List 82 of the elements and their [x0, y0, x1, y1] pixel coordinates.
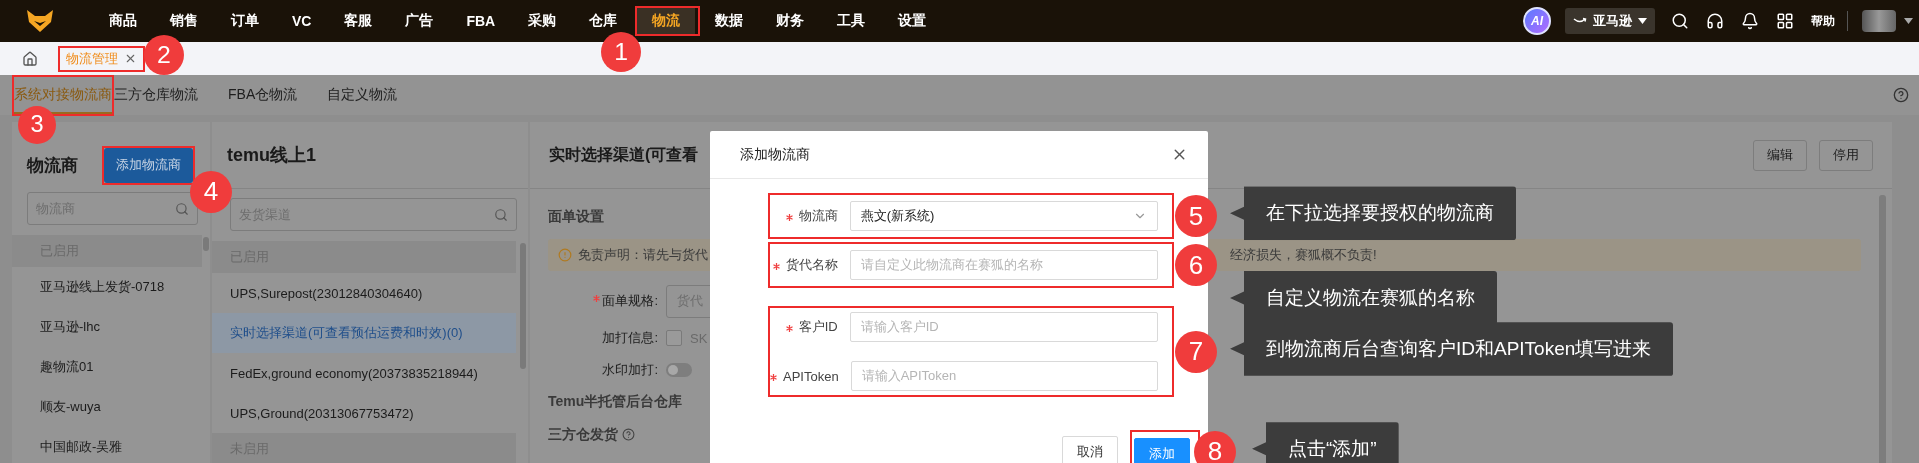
nav-item[interactable]: 数据 — [700, 8, 759, 34]
warning-icon — [558, 248, 572, 262]
help-icon[interactable] — [1893, 87, 1909, 103]
carrier-item[interactable]: 亚马逊-lhc — [12, 307, 202, 347]
nav-item[interactable]: 设置 — [883, 8, 942, 34]
field-label: 客户ID — [770, 318, 838, 336]
store-selector[interactable]: 亚马逊 — [1565, 8, 1655, 34]
form-label: 加打信息: — [601, 329, 659, 347]
step-badge: 6 — [1175, 244, 1217, 286]
notice-text: 免责声明：请先与货代 — [578, 246, 709, 264]
nav-item[interactable]: 订单 — [216, 8, 274, 34]
scrollbar-thumb[interactable] — [520, 243, 526, 369]
home-icon[interactable] — [22, 50, 38, 67]
panel-title: temu线上1 — [227, 144, 316, 167]
step-badge: 7 — [1175, 330, 1217, 373]
carrier-item[interactable]: 亚马逊线上发货-0718 — [12, 267, 202, 307]
nav-item[interactable]: 商品 — [94, 8, 152, 34]
close-icon[interactable] — [124, 52, 137, 65]
search-icon — [494, 207, 508, 222]
scrollbar[interactable] — [1879, 195, 1886, 463]
avatar[interactable] — [1862, 10, 1896, 32]
nav-item[interactable]: 采购 — [513, 8, 572, 34]
carrier-item[interactable]: 趣物流01 — [12, 347, 202, 387]
field-label: 货代名称 — [770, 256, 838, 274]
help-link[interactable]: 帮助 — [1811, 12, 1835, 30]
channel-item[interactable]: UPS,Ground(20313067753472) — [212, 393, 516, 433]
smile-logo-icon — [1573, 17, 1587, 25]
header-button[interactable]: 停用 — [1819, 139, 1873, 171]
nav-item[interactable]: 财务 — [761, 8, 820, 34]
field-label: APIToken — [770, 368, 839, 384]
nav-item[interactable]: FBA — [451, 8, 511, 34]
annotation-callout: 自定义物流在赛狐的名称 — [1230, 271, 1497, 325]
bell-icon[interactable] — [1741, 12, 1759, 30]
scrollbar-thumb[interactable] — [203, 237, 209, 251]
search-icon[interactable] — [1671, 12, 1689, 30]
header-button[interactable]: 编辑 — [1753, 139, 1807, 171]
nav-item[interactable]: 仓库 — [574, 8, 633, 34]
section-title: Temu半托管后台仓库 — [548, 392, 683, 411]
nav-item[interactable]: 物流 — [637, 8, 696, 34]
fox-logo-icon — [26, 9, 54, 33]
grid-icon[interactable] — [1776, 12, 1794, 30]
help-icon[interactable] — [622, 428, 635, 441]
field-label: 物流商 — [770, 207, 838, 225]
annotation-callout: 到物流商后台查询客户ID和APIToken填写进来 — [1230, 321, 1674, 376]
annotation-callout: 在下拉选择要授权的物流商 — [1230, 186, 1516, 241]
carrier-item[interactable]: 顺友-wuya — [12, 387, 202, 427]
sub-tab[interactable]: FBA仓物流 — [228, 76, 298, 114]
nav-item[interactable]: VC — [277, 8, 327, 34]
nav-item[interactable]: 广告 — [390, 8, 449, 34]
sub-tab[interactable]: 自定义物流 — [327, 76, 398, 114]
caret-icon — [1638, 18, 1647, 24]
search-icon — [175, 201, 189, 216]
panel-title: 实时选择渠道(可查看 — [549, 144, 699, 165]
add-carrier-button[interactable]: 添加物流商 — [104, 147, 193, 183]
channel-item[interactable]: FedEx,ground economy(20373835218944) — [212, 353, 516, 393]
form-label: 水印加打: — [601, 361, 659, 379]
checkbox[interactable] — [666, 330, 682, 346]
select-field[interactable]: 燕文(新系统) — [849, 201, 1158, 231]
nav-item[interactable]: 销售 — [155, 8, 213, 34]
dialog-title: 添加物流商 — [740, 145, 810, 164]
step-badge: 8 — [1194, 430, 1236, 463]
add-button[interactable]: 添加 — [1134, 438, 1190, 463]
step-badge: 3 — [18, 105, 56, 144]
sub-tab[interactable]: 三方仓库物流 — [114, 76, 198, 114]
step-badge: 5 — [1175, 195, 1217, 237]
toggle-switch[interactable] — [666, 363, 692, 377]
headset-icon[interactable] — [1706, 12, 1724, 30]
channel-item[interactable]: 实时选择渠道(可查看预估运费和时效)(0) — [212, 313, 516, 353]
nav-item[interactable]: 工具 — [822, 8, 881, 34]
tab-label: 物流管理 — [66, 49, 118, 68]
section-title: 三方仓发货 — [548, 425, 618, 444]
carrier-item[interactable]: 中国邮政-吴雅 — [12, 427, 202, 463]
caret-icon[interactable] — [1904, 18, 1913, 24]
panel-title: 物流商 — [27, 154, 78, 177]
form-label: 面单规格: — [548, 292, 666, 310]
section-title: 面单设置 — [548, 207, 604, 226]
nav-item[interactable]: 客服 — [329, 8, 388, 34]
step-badge: 1 — [601, 32, 642, 72]
ai-badge[interactable]: AI — [1523, 7, 1551, 35]
cancel-button[interactable]: 取消 — [1062, 436, 1118, 463]
notice-text: 经济损失，赛狐概不负责! — [1230, 246, 1378, 264]
channel-item[interactable]: UPS,Surepost(23012840304640) — [212, 273, 516, 313]
